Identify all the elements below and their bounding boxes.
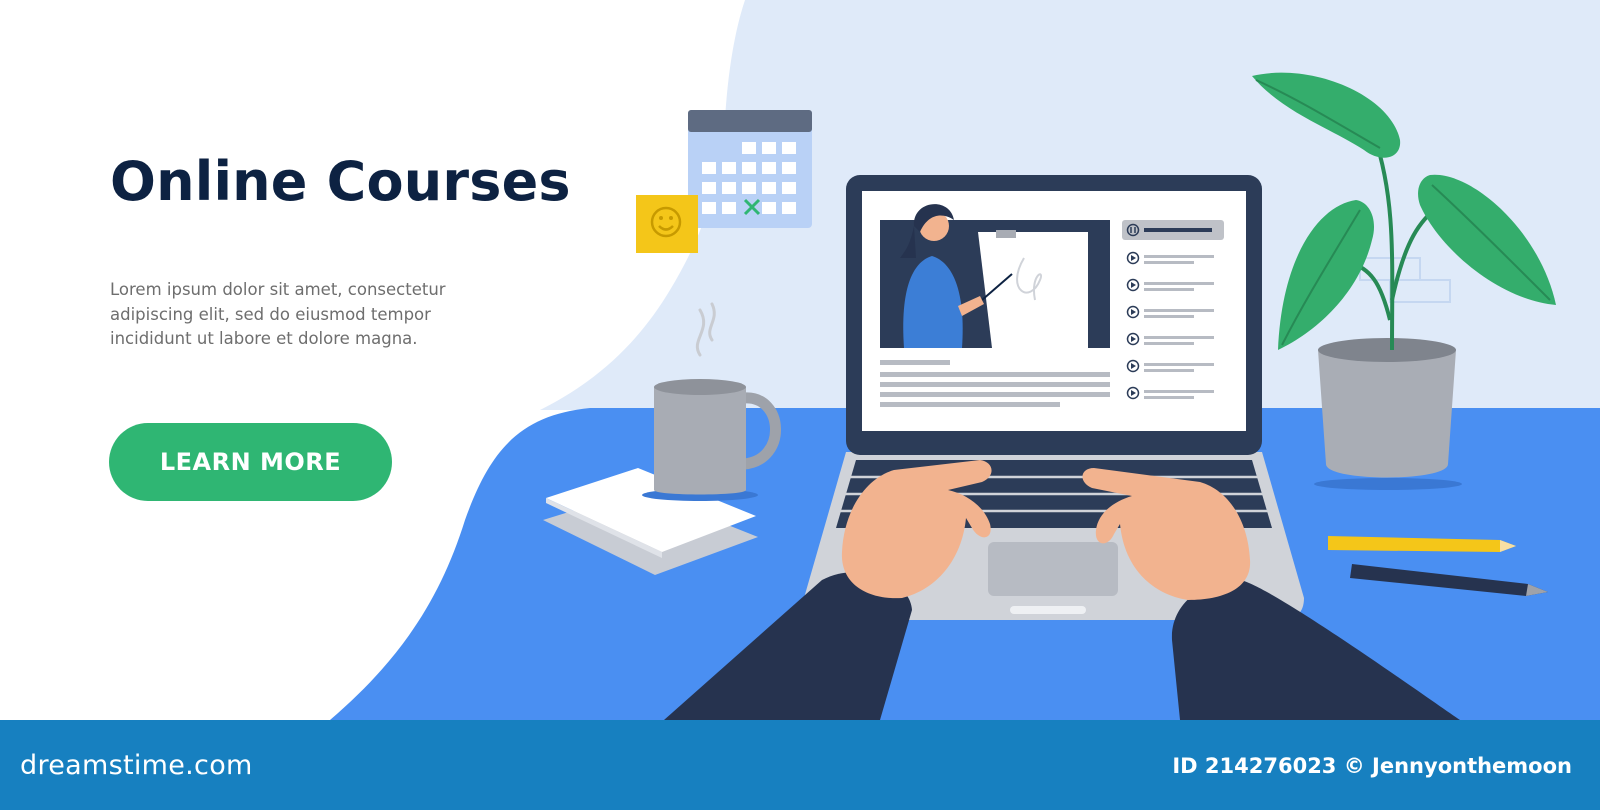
desk-scene-illustration [330, 0, 1600, 720]
smiley-note-icon [636, 195, 698, 253]
footer-logo: dreamstime.com [20, 750, 253, 781]
laptop-screen [846, 175, 1262, 455]
hero-description: Lorem ipsum dolor sit amet, consectetur … [110, 280, 446, 348]
page-title: Online Courses [110, 150, 571, 213]
banner-page: Online Courses Lorem ipsum dolor sit ame… [0, 0, 1600, 810]
footer-credit: ID 214276023 © Jennyonthemoon [1172, 754, 1572, 778]
learn-more-button[interactable]: LEARN MORE [109, 423, 392, 501]
calendar-icon [688, 110, 812, 228]
